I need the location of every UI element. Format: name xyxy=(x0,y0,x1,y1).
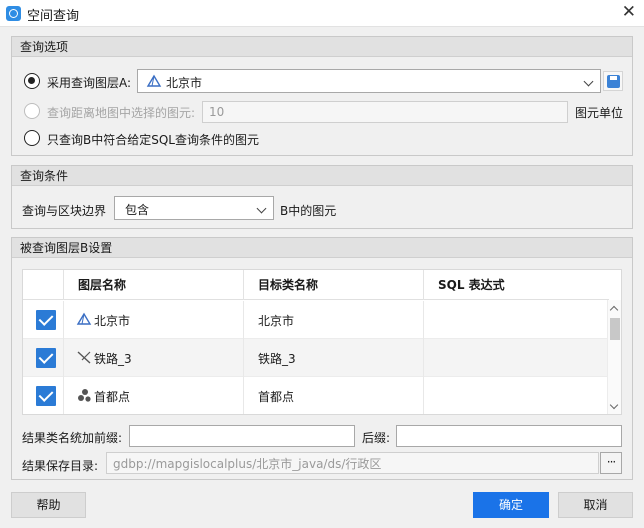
table-row[interactable]: 北京市 北京市 xyxy=(23,301,609,339)
table-scrollbar[interactable] xyxy=(607,300,621,414)
point-layer-icon xyxy=(78,389,91,402)
suffix-input[interactable] xyxy=(396,425,622,447)
save-icon xyxy=(607,75,620,88)
app-icon xyxy=(6,6,21,21)
row-checkbox[interactable] xyxy=(36,348,56,368)
layer-name-cell: 北京市 xyxy=(63,301,243,339)
table-row[interactable]: 首都点 首都点 xyxy=(23,377,609,414)
layer-a-value: 北京市 xyxy=(166,76,203,90)
radio-distance[interactable] xyxy=(24,103,40,119)
target-name: 铁路_3 xyxy=(258,352,296,366)
relation-suffix-label: B中的图元 xyxy=(280,204,337,218)
relation-value: 包含 xyxy=(125,203,150,217)
row-check-cell xyxy=(23,339,63,377)
close-icon[interactable]: ✕ xyxy=(622,2,636,22)
layer-name: 北京市 xyxy=(94,314,131,328)
scroll-down-icon[interactable] xyxy=(609,400,619,410)
polygon-layer-icon xyxy=(146,74,162,87)
layer-b-header: 被查询图层B设置 xyxy=(12,238,632,258)
column-header-check xyxy=(23,270,63,300)
layer-b-group: 被查询图层B设置 图层名称 目标类名称 SQL 表达式 北京市 北京市 铁路_3… xyxy=(11,237,633,480)
layer-a-combo[interactable]: 北京市 xyxy=(137,69,601,93)
sql-cell[interactable] xyxy=(423,301,609,339)
row-check-cell xyxy=(23,301,63,339)
browse-button[interactable]: ··· xyxy=(600,452,622,474)
row-check-cell xyxy=(23,377,63,414)
layer-name: 首都点 xyxy=(94,390,131,404)
target-name: 北京市 xyxy=(258,314,295,328)
radio-sql-only[interactable] xyxy=(24,130,40,146)
table-row[interactable]: 铁路_3 铁路_3 xyxy=(23,339,609,377)
cancel-button[interactable]: 取消 xyxy=(558,492,633,518)
chevron-down-icon xyxy=(583,76,594,87)
query-options-group: 查询选项 采用查询图层A: 北京市 查询距离地图中选择的图元: 图元单位 只查询… xyxy=(11,36,633,156)
sql-cell[interactable] xyxy=(423,377,609,414)
window-title: 空间查询 xyxy=(27,9,80,24)
title-bar: 空间查询 ✕ xyxy=(0,0,644,27)
radio-layer-a-label: 采用查询图层A: xyxy=(47,76,132,90)
layer-b-table: 图层名称 目标类名称 SQL 表达式 北京市 北京市 铁路_3 铁路_3 首都点… xyxy=(22,269,622,415)
target-cell: 首都点 xyxy=(243,377,423,414)
radio-sql-only-label: 只查询B中符合给定SQL查询条件的图元 xyxy=(47,133,259,147)
column-header-sql: SQL 表达式 xyxy=(423,270,603,300)
prefix-input[interactable] xyxy=(129,425,355,447)
scroll-up-icon[interactable] xyxy=(609,305,619,315)
ok-button[interactable]: 确定 xyxy=(473,492,549,518)
save-dir-input[interactable] xyxy=(106,452,599,474)
target-cell: 北京市 xyxy=(243,301,423,339)
polygon-layer-icon xyxy=(76,312,92,325)
table-header: 图层名称 目标类名称 SQL 表达式 xyxy=(23,270,609,300)
radio-layer-a[interactable] xyxy=(24,73,40,89)
radio-distance-label: 查询距离地图中选择的图元: xyxy=(47,106,196,120)
scroll-thumb[interactable] xyxy=(610,318,620,340)
row-checkbox[interactable] xyxy=(36,386,56,406)
layer-name-cell: 首都点 xyxy=(63,377,243,414)
target-name: 首都点 xyxy=(258,390,295,404)
column-header-target: 目标类名称 xyxy=(243,270,423,300)
row-checkbox[interactable] xyxy=(36,310,56,330)
boundary-relation-label: 查询与区块边界 xyxy=(22,204,107,218)
layer-name: 铁路_3 xyxy=(94,352,132,366)
line-layer-icon xyxy=(77,351,91,364)
query-conditions-header: 查询条件 xyxy=(12,166,632,186)
distance-unit-label: 图元单位 xyxy=(575,106,624,120)
save-dir-label: 结果保存目录: xyxy=(22,459,99,473)
sql-cell[interactable] xyxy=(423,339,609,377)
query-options-header: 查询选项 xyxy=(12,37,632,57)
suffix-label: 后缀: xyxy=(362,431,391,445)
layer-name-cell: 铁路_3 xyxy=(63,339,243,377)
save-layer-button[interactable] xyxy=(603,71,623,91)
distance-input[interactable] xyxy=(202,101,568,123)
prefix-label: 结果类名统加前缀: xyxy=(22,431,123,445)
chevron-down-icon xyxy=(256,203,267,214)
relation-combo[interactable]: 包含 xyxy=(114,196,274,220)
help-button[interactable]: 帮助 xyxy=(11,492,86,518)
query-conditions-group: 查询条件 查询与区块边界 包含 B中的图元 xyxy=(11,165,633,229)
target-cell: 铁路_3 xyxy=(243,339,423,377)
column-header-layer: 图层名称 xyxy=(63,270,243,300)
